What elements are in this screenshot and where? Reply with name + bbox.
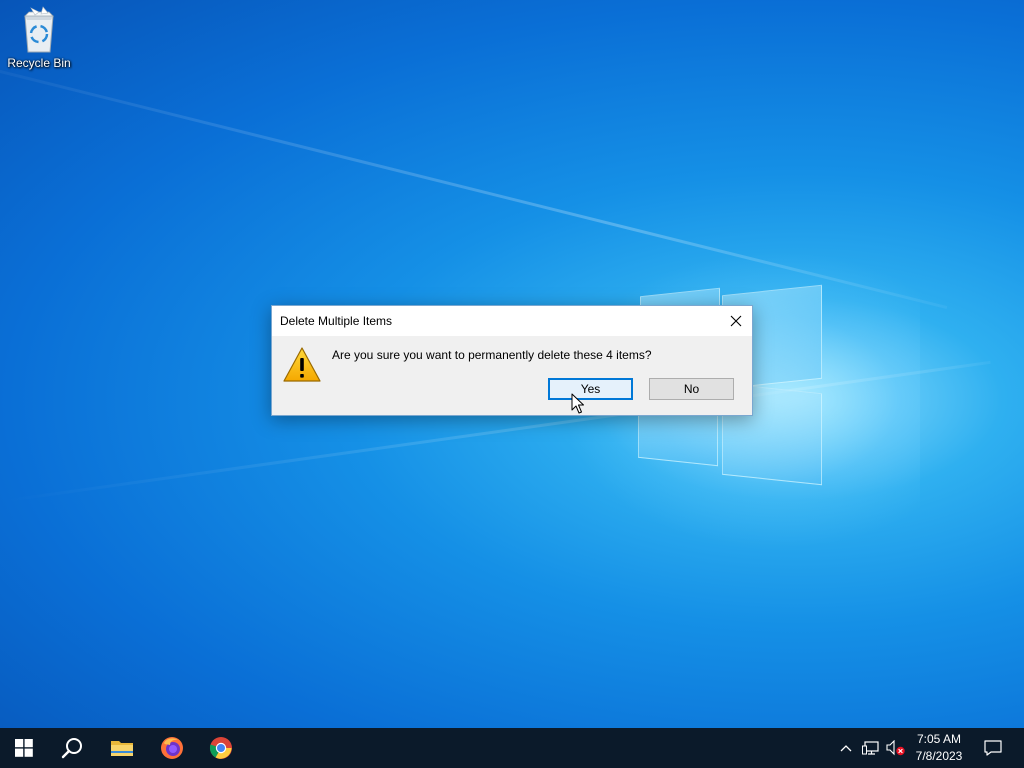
taskbar: 7:05 AM 7/8/2023 [0, 728, 1024, 768]
action-center-button[interactable] [978, 728, 1008, 768]
volume-muted-icon [886, 740, 905, 756]
network-icon [862, 741, 879, 755]
dialog-body: Are you sure you want to permanently del… [272, 336, 752, 414]
mouse-cursor-icon [571, 393, 585, 415]
close-icon [730, 315, 742, 327]
chrome-button[interactable] [197, 728, 245, 768]
search-icon [61, 738, 82, 759]
search-button[interactable] [48, 728, 96, 768]
no-button[interactable]: No [649, 378, 734, 400]
clock[interactable]: 7:05 AM 7/8/2023 [904, 731, 974, 765]
dialog-titlebar[interactable]: Delete Multiple Items [272, 306, 752, 336]
firefox-button[interactable] [148, 728, 196, 768]
warning-icon [283, 347, 321, 383]
folder-icon [111, 741, 133, 756]
desktop-icon-recycle-bin[interactable]: Recycle Bin [4, 6, 74, 70]
file-explorer-button[interactable] [98, 728, 146, 768]
clock-date: 7/8/2023 [915, 749, 963, 763]
firefox-icon [161, 737, 183, 759]
close-button[interactable] [720, 306, 752, 336]
clock-time: 7:05 AM [916, 732, 962, 746]
notification-icon [984, 740, 1002, 756]
yes-button[interactable]: Yes [548, 378, 633, 400]
network-button[interactable] [860, 728, 882, 768]
dialog-message: Are you sure you want to permanently del… [332, 348, 652, 362]
chevron-up-icon [840, 745, 852, 752]
dialog-title: Delete Multiple Items [280, 314, 393, 328]
chrome-icon [209, 737, 232, 759]
delete-confirm-dialog: Delete Multiple Items Are you sure you w [271, 305, 753, 416]
desktop-icon-label: Recycle Bin [7, 56, 71, 70]
recycle-bin-icon [17, 6, 61, 54]
start-button[interactable] [0, 728, 48, 768]
windows-start-icon [15, 739, 33, 757]
tray-overflow-button[interactable] [836, 728, 856, 768]
